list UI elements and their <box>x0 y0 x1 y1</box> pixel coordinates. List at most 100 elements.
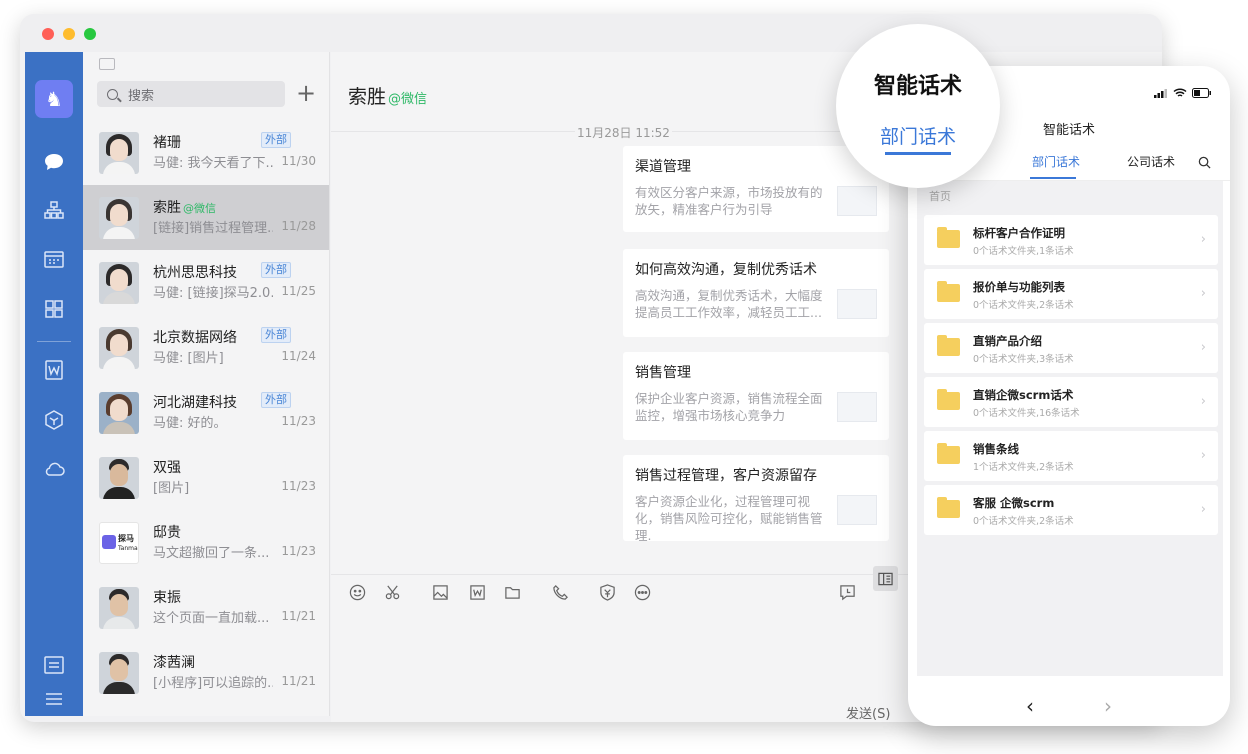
callout-title: 智能话术 <box>873 74 962 99</box>
conversation-item[interactable]: 河北湖建科技 外部 马健: 好的。 11/23 <box>83 380 329 445</box>
folder-name: 销售条线 <box>973 442 1019 456</box>
link-card[interactable]: 渠道管理 有效区分客户来源，市场投放有的放矢，精准客户行为引导 <box>623 146 889 232</box>
last-message: [图片] <box>153 481 190 496</box>
more-icon[interactable] <box>633 583 651 601</box>
plus-icon[interactable]: + <box>295 79 317 107</box>
contact-name: 束振 <box>153 590 181 606</box>
emoji-icon[interactable] <box>348 583 366 601</box>
avatar <box>99 197 139 239</box>
contact-name: 河北湖建科技 <box>153 395 237 411</box>
avatar <box>99 652 139 694</box>
avatar <box>99 392 139 434</box>
maximize-window-button[interactable] <box>84 28 96 40</box>
chevron-right-icon: › <box>1200 502 1206 517</box>
script-folder-item[interactable]: 直销企微scrm话术 0个话术文件夹,16条话术 › <box>924 377 1218 427</box>
apps-grid-icon[interactable] <box>40 295 68 323</box>
chat-icon[interactable] <box>40 148 68 176</box>
phone-content: 首页 标杆客户合作证明 0个话术文件夹,1条话术 › 报价单与功能列表 0个话术… <box>917 181 1223 676</box>
last-message: 马健: [链接]探马2.0... <box>153 286 273 301</box>
message-time: 11/23 <box>281 544 316 558</box>
image-icon[interactable] <box>431 583 449 601</box>
folder-meta: 0个话术文件夹,2条话术 <box>973 300 1074 311</box>
tab-department-scripts[interactable]: 部门话术 <box>1032 153 1080 170</box>
contact-name: 北京数据网络 <box>153 330 237 346</box>
chevron-right-icon: › <box>1200 286 1206 301</box>
conversation-item[interactable]: 敬真 <box>83 705 329 716</box>
title-bar <box>20 14 1162 52</box>
conversation-item[interactable]: 杭州思思科技 外部 马健: [链接]探马2.0... 11/25 <box>83 250 329 315</box>
script-folder-item[interactable]: 直销产品介绍 0个话术文件夹,3条话术 › <box>924 323 1218 373</box>
document-w-icon[interactable] <box>40 356 68 384</box>
link-card[interactable]: 销售过程管理，客户资源留存 客户资源企业化，过程管理可视化，销售风险可控化，赋能… <box>623 455 889 543</box>
search-icon[interactable] <box>1198 154 1211 173</box>
avatar <box>99 327 139 369</box>
word-file-icon[interactable] <box>468 583 486 601</box>
wifi-icon <box>1173 88 1187 97</box>
forward-arrow-icon[interactable]: › <box>1104 694 1112 718</box>
folder-meta: 1个话术文件夹,2条话术 <box>973 462 1074 473</box>
folder-icon <box>937 335 960 356</box>
external-badge: 外部 <box>261 262 291 278</box>
script-folder-item[interactable]: 销售条线 1个话术文件夹,2条话术 › <box>924 431 1218 481</box>
conversation-item[interactable]: 双强 [图片] 11/23 <box>83 445 329 510</box>
cube-icon[interactable] <box>40 406 68 434</box>
contact-name: 邸贵 <box>153 525 181 541</box>
callout-tab: 部门话术 <box>879 126 956 148</box>
conversation-item[interactable]: 褚珊 外部 马健: 我今天看了下... 11/30 <box>83 120 329 185</box>
menu-icon[interactable] <box>40 685 68 713</box>
back-arrow-icon[interactable]: ‹ <box>1026 694 1034 718</box>
chevron-right-icon: › <box>1200 340 1206 355</box>
card-description: 高效沟通，复制优秀话术，大幅度提高员工工作效率，减轻员工工... <box>635 288 823 320</box>
chat-title: 索胜 @微信 <box>348 86 428 108</box>
message-time: 11/28 <box>281 219 316 233</box>
script-folder-item[interactable]: 标杆客户合作证明 0个话术文件夹,1条话术 › <box>924 215 1218 265</box>
wechat-badge: @微信 <box>388 92 428 107</box>
cloud-icon[interactable] <box>40 455 68 483</box>
folder-name: 报价单与功能列表 <box>973 280 1065 294</box>
close-window-button[interactable] <box>42 28 54 40</box>
avatar <box>99 457 139 499</box>
folder-name: 直销产品介绍 <box>973 334 1042 348</box>
message-time: 11/23 <box>281 479 316 493</box>
conversation-item-active[interactable]: 索胜 @微信 [链接]销售过程管理... 11/28 <box>83 185 329 250</box>
payment-shield-icon[interactable] <box>598 583 616 601</box>
minimize-window-button[interactable] <box>63 28 75 40</box>
org-chart-icon[interactable] <box>40 196 68 224</box>
conversation-item[interactable]: 漆茜澜 [小程序]可以追踪的... 11/21 <box>83 640 329 705</box>
active-tab-indicator <box>1030 177 1076 179</box>
tanma-logo-avatar: 探马 Tanma <box>99 522 139 564</box>
card-thumbnail <box>837 186 877 216</box>
conversation-item[interactable]: 探马 Tanma 邸贵 马文超撤回了一条... 11/23 <box>83 510 329 575</box>
external-badge: 外部 <box>261 132 291 148</box>
folder-icon <box>937 389 960 410</box>
contact-name: 漆茜澜 <box>153 655 195 671</box>
script-folder-item[interactable]: 客服 企微scrm 0个话术文件夹,2条话术 › <box>924 485 1218 535</box>
wechat-badge: @微信 <box>183 202 216 215</box>
tab-company-scripts[interactable]: 公司话术 <box>1127 153 1175 170</box>
last-message: [链接]销售过程管理... <box>153 221 273 236</box>
battery-icon <box>1192 88 1211 98</box>
script-folder-item[interactable]: 报价单与功能列表 0个话术文件夹,2条话术 › <box>924 269 1218 319</box>
screenshot-icon[interactable] <box>99 58 115 70</box>
calendar-icon[interactable] <box>40 245 68 273</box>
card-thumbnail <box>837 289 877 319</box>
send-button[interactable]: 发送(S) <box>846 703 890 722</box>
folder-icon[interactable] <box>503 583 521 601</box>
conversation-item[interactable]: 北京数据网络 外部 马健: [图片] 11/24 <box>83 315 329 380</box>
settings-panel-icon[interactable] <box>40 651 68 679</box>
card-description: 保护企业客户资源，销售流程全面监控，增强市场核心竞争力 <box>635 391 823 423</box>
scissors-icon[interactable] <box>383 583 401 601</box>
link-card[interactable]: 销售管理 保护企业客户资源，销售流程全面监控，增强市场核心竞争力 <box>623 352 889 440</box>
external-badge: 外部 <box>261 327 291 343</box>
card-thumbnail <box>837 392 877 422</box>
message-time: 11/24 <box>281 349 316 363</box>
phone-icon[interactable] <box>551 583 569 601</box>
conversation-item[interactable]: 束振 这个页面一直加载... 11/21 <box>83 575 329 640</box>
chat-history-icon[interactable] <box>838 583 856 601</box>
search-input[interactable]: 搜索 <box>97 81 285 107</box>
sidebar-toggle-button[interactable] <box>873 566 898 591</box>
breadcrumb[interactable]: 首页 <box>929 188 951 204</box>
horse-logo-icon[interactable]: ♞ <box>35 80 73 118</box>
link-card[interactable]: 如何高效沟通，复制优秀话术 高效沟通，复制优秀话术，大幅度提高员工工作效率，减轻… <box>623 249 889 337</box>
card-thumbnail <box>837 495 877 525</box>
